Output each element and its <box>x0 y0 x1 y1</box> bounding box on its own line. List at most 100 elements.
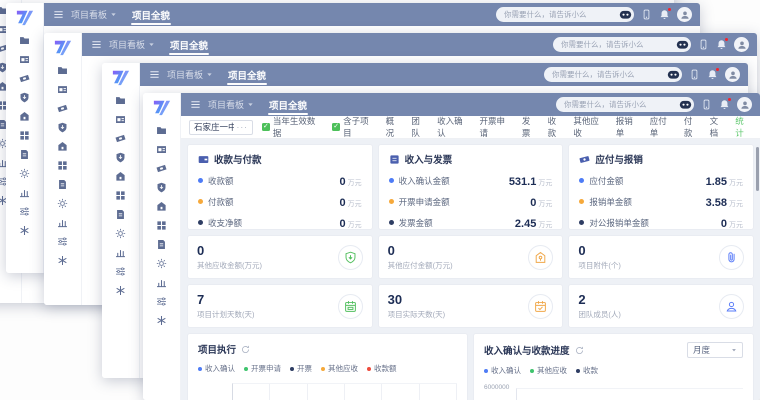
app-logo-icon[interactable] <box>53 37 73 57</box>
grid-icon[interactable] <box>156 220 167 231</box>
checkbox-current-year-data[interactable]: ✓ 当年生效数据 <box>262 115 323 139</box>
stat-row: 收款额0万元 <box>198 170 362 191</box>
home-icon[interactable] <box>115 171 126 182</box>
gear-icon[interactable] <box>19 168 30 179</box>
phone-icon[interactable] <box>701 99 712 110</box>
tab-payment[interactable]: 付款 <box>684 115 701 139</box>
refresh-icon[interactable] <box>241 345 250 354</box>
tab-overview[interactable]: 概况 <box>386 115 403 139</box>
grid-icon[interactable] <box>19 130 30 141</box>
grid-icon[interactable] <box>57 160 68 171</box>
gear-icon[interactable] <box>156 258 167 269</box>
card-icon[interactable] <box>156 144 167 155</box>
folder-icon[interactable] <box>57 65 68 76</box>
board-menu[interactable]: 项目看板 <box>71 8 117 21</box>
board-menu[interactable]: 项目看板 <box>109 38 155 51</box>
tab-expense-form[interactable]: 报销单 <box>616 115 641 139</box>
home-icon[interactable] <box>57 141 68 152</box>
refresh-icon[interactable] <box>575 346 584 355</box>
sliders-icon[interactable] <box>156 296 167 307</box>
tag-icon[interactable] <box>57 103 68 114</box>
hamburger-icon[interactable] <box>53 9 64 20</box>
tag-icon[interactable] <box>115 133 126 144</box>
tab-receipt[interactable]: 收款 <box>548 115 565 139</box>
tab-project-overview[interactable]: 项目全貌 <box>168 33 210 56</box>
tab-team[interactable]: 团队 <box>411 115 428 139</box>
hamburger-icon[interactable] <box>91 39 102 50</box>
avatar[interactable] <box>725 67 740 82</box>
phone-icon[interactable] <box>689 69 700 80</box>
tab-income-confirm[interactable]: 收入确认 <box>437 115 470 139</box>
assistant-search-input[interactable]: 你需要什么，请告诉小么 <box>553 37 691 52</box>
app-logo-icon[interactable] <box>15 7 35 27</box>
more-icon[interactable]: ··· <box>237 122 249 132</box>
card-title: 收款与付款 <box>214 152 262 166</box>
bell-icon[interactable] <box>659 9 670 20</box>
tag-icon[interactable] <box>156 163 167 174</box>
shield-icon[interactable] <box>19 92 30 103</box>
home-icon[interactable] <box>19 111 30 122</box>
tab-invoice[interactable]: 发票 <box>522 115 539 139</box>
tab-invoice-apply[interactable]: 开票申请 <box>479 115 512 139</box>
scrollbar-thumb[interactable] <box>756 147 759 191</box>
tab-docs[interactable]: 文档 <box>710 115 727 139</box>
app-logo-icon[interactable] <box>152 97 172 117</box>
app-logo-icon[interactable] <box>111 67 131 87</box>
shield-receive-icon <box>338 245 363 270</box>
phone-icon[interactable] <box>698 39 709 50</box>
avatar[interactable] <box>737 97 752 112</box>
bell-icon[interactable] <box>707 69 718 80</box>
tab-project-overview[interactable]: 项目全貌 <box>267 93 309 116</box>
shield-icon[interactable] <box>57 122 68 133</box>
tab-project-overview[interactable]: 项目全貌 <box>226 63 268 86</box>
period-select[interactable]: 月度 <box>687 342 743 358</box>
document-icon[interactable] <box>57 179 68 190</box>
bell-icon[interactable] <box>719 99 730 110</box>
avatar[interactable] <box>734 37 749 52</box>
bar-chart-icon[interactable] <box>57 217 68 228</box>
bell-icon[interactable] <box>716 39 727 50</box>
tab-project-overview[interactable]: 项目全貌 <box>130 3 172 26</box>
folder-icon[interactable] <box>156 125 167 136</box>
checkbox-include-subprojects[interactable]: ✓ 含子项目 <box>332 115 376 139</box>
board-menu[interactable]: 项目看板 <box>167 68 213 81</box>
tab-other-receivable[interactable]: 其他应收 <box>573 115 606 139</box>
bar-chart-icon[interactable] <box>19 187 30 198</box>
asterisk-icon[interactable] <box>57 255 68 266</box>
card-icon[interactable] <box>57 84 68 95</box>
assistant-search-input[interactable]: 你需要什么，请告诉小么 <box>496 7 634 22</box>
folder-icon[interactable] <box>19 35 30 46</box>
gear-icon[interactable] <box>57 198 68 209</box>
hamburger-icon[interactable] <box>149 69 160 80</box>
tab-stats[interactable]: 统计 <box>735 115 752 139</box>
assistant-search-input[interactable]: 你需要什么，请告诉小么 <box>556 97 694 112</box>
document-icon[interactable] <box>115 209 126 220</box>
card-icon[interactable] <box>115 114 126 125</box>
asterisk-icon[interactable] <box>19 225 30 236</box>
avatar[interactable] <box>677 7 692 22</box>
sliders-icon[interactable] <box>115 266 126 277</box>
hamburger-icon[interactable] <box>190 99 201 110</box>
grid-icon[interactable] <box>115 190 126 201</box>
board-menu[interactable]: 项目看板 <box>208 98 254 111</box>
document-icon[interactable] <box>156 239 167 250</box>
tab-payable-form[interactable]: 应付单 <box>650 115 675 139</box>
sliders-icon[interactable] <box>57 236 68 247</box>
document-icon[interactable] <box>19 149 30 160</box>
gear-icon[interactable] <box>115 228 126 239</box>
assistant-search-input[interactable]: 你需要什么，请告诉小么 <box>544 67 682 82</box>
bar-chart-icon[interactable] <box>156 277 167 288</box>
asterisk-icon[interactable] <box>156 315 167 326</box>
folder-icon[interactable] <box>115 95 126 106</box>
shield-icon[interactable] <box>156 182 167 193</box>
cash-icon <box>579 154 590 165</box>
phone-icon[interactable] <box>641 9 652 20</box>
home-icon[interactable] <box>156 201 167 212</box>
card-icon[interactable] <box>19 54 30 65</box>
project-select[interactable]: 石家庄一中 ··· <box>189 120 253 135</box>
tag-icon[interactable] <box>19 73 30 84</box>
bar-chart-icon[interactable] <box>115 247 126 258</box>
sliders-icon[interactable] <box>19 206 30 217</box>
asterisk-icon[interactable] <box>115 285 126 296</box>
shield-icon[interactable] <box>115 152 126 163</box>
